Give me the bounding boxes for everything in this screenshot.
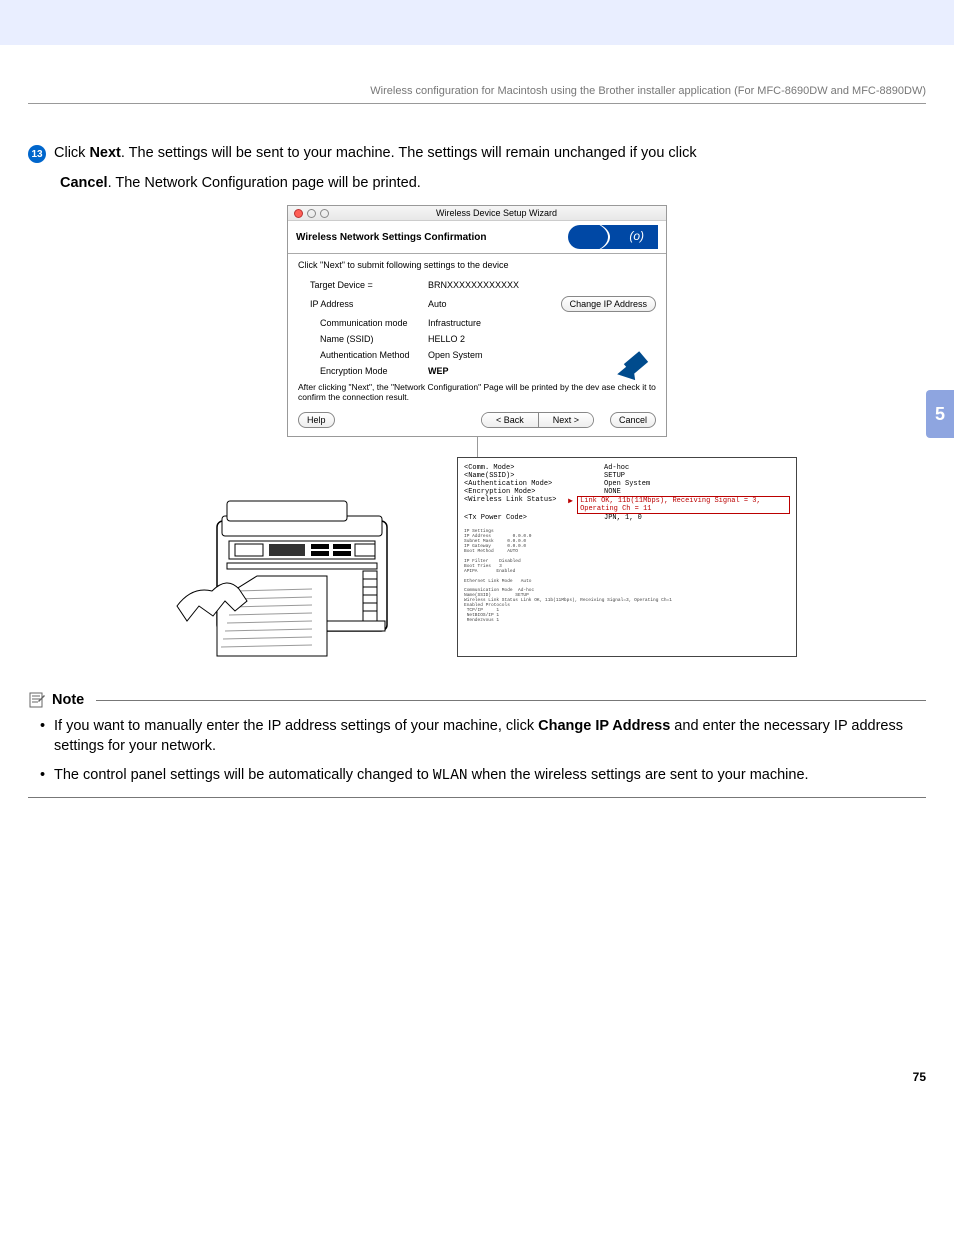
auth-value: Open System [428,350,483,360]
cancel-button[interactable]: Cancel [610,412,656,428]
header-rule [28,103,926,104]
note-section: Note If you want to manually enter the I… [28,691,926,798]
ip-value: Auto [428,299,447,309]
ip-label: IP Address [298,299,428,309]
ssid-label: Name (SSID) [298,334,428,344]
printer-illustration [157,471,417,671]
note-item-1: If you want to manually enter the IP add… [54,717,926,756]
page-number: 75 [913,1070,926,1084]
step-text: Click Next. The settings will be sent to… [54,144,697,164]
dialog-titlebar: Wireless Device Setup Wizard [288,206,666,221]
next-button[interactable]: Next > [538,413,593,427]
target-value: BRNXXXXXXXXXXXX [428,280,519,290]
back-button[interactable]: < Back [482,413,538,427]
note-title: Note [52,692,84,708]
comm-value: Infrastructure [428,318,481,328]
minimize-icon[interactable] [307,209,316,218]
link-status-highlight: Link OK, 11b(11Mbps), Receiving Signal =… [577,496,790,514]
auth-label: Authentication Method [298,350,428,360]
dialog-postnote: After clicking "Next", the "Network Conf… [298,382,656,402]
zoom-icon[interactable] [320,209,329,218]
change-ip-button[interactable]: Change IP Address [561,296,656,312]
step-text-cont: Cancel. The Network Configuration page w… [60,174,926,194]
target-label: Target Device = [298,280,428,290]
wifi-icon [568,225,658,249]
step-number-badge: 13 [28,145,46,163]
close-icon[interactable] [294,209,303,218]
help-button[interactable]: Help [298,412,335,428]
enc-value: WEP [428,366,449,376]
top-bar [0,0,954,45]
note-item-2: The control panel settings will be autom… [54,766,926,787]
note-icon [28,691,46,709]
chapter-tab: 5 [926,390,954,438]
running-header: Wireless configuration for Macintosh usi… [28,85,926,97]
enc-label: Encryption Mode [298,366,428,376]
dialog-instruction: Click "Next" to submit following setting… [298,260,656,270]
wizard-dialog: Wireless Device Setup Wizard Wireless Ne… [287,205,667,437]
config-printout: <Comm. Mode>Ad-hoc <Name(SSID)>SETUP <Au… [457,457,797,657]
window-title: Wireless Device Setup Wizard [333,208,660,218]
step-13: 13 Click Next. The settings will be sent… [28,144,926,164]
comm-label: Communication mode [298,318,428,328]
ssid-value: HELLO 2 [428,334,465,344]
dialog-title: Wireless Network Settings Confirmation [296,232,487,243]
